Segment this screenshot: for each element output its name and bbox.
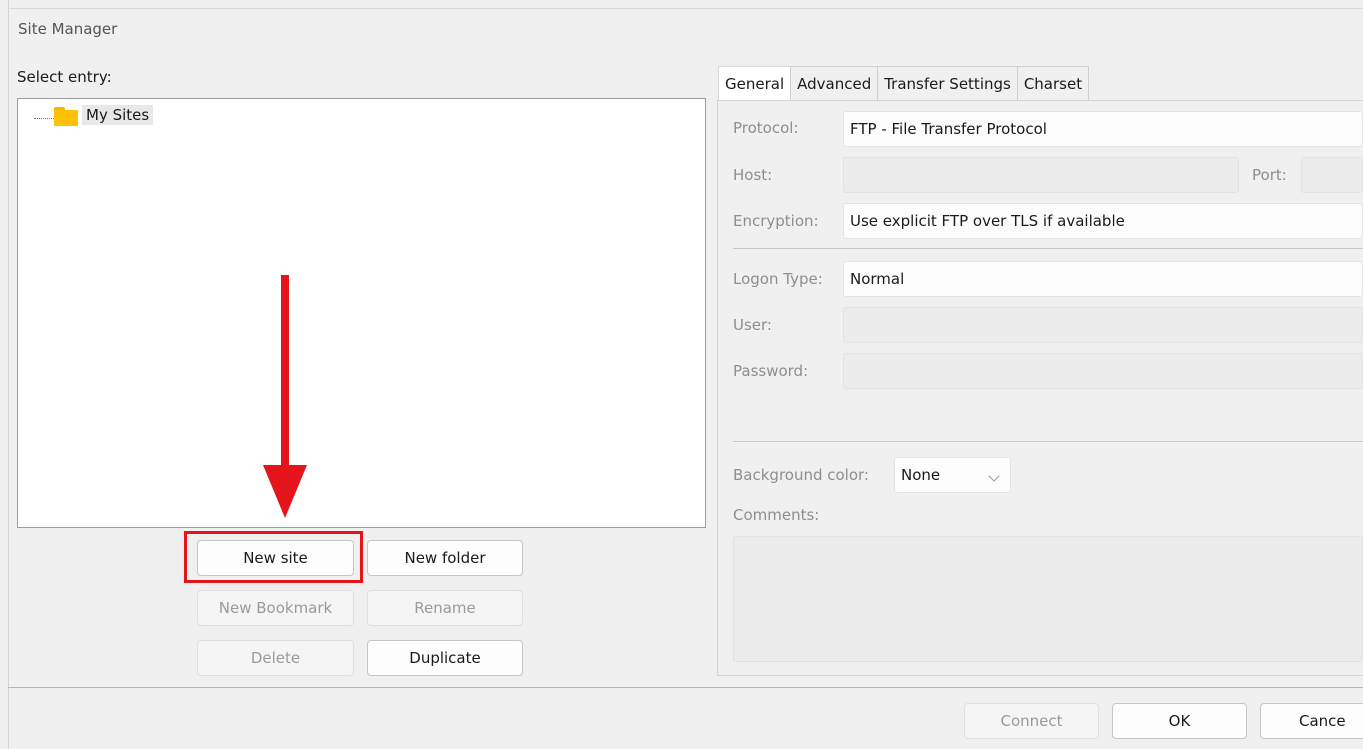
host-input[interactable] — [843, 157, 1239, 193]
background-color-select[interactable]: None — [894, 457, 1011, 493]
comments-textarea[interactable] — [733, 536, 1363, 662]
duplicate-button[interactable]: Duplicate — [367, 640, 523, 676]
annotation-arrow-icon — [263, 275, 307, 518]
password-input[interactable] — [843, 353, 1363, 389]
logon-type-label: Logon Type: — [733, 270, 823, 288]
user-input[interactable] — [843, 307, 1363, 343]
cancel-button[interactable]: Cance — [1260, 703, 1363, 739]
ok-button[interactable]: OK — [1112, 703, 1247, 739]
tab-advanced[interactable]: Advanced — [790, 66, 879, 100]
password-label: Password: — [733, 362, 809, 380]
rename-button[interactable]: Rename — [367, 590, 523, 626]
encryption-value: Use explicit FTP over TLS if available — [850, 212, 1125, 230]
tree-connector — [34, 118, 54, 119]
window-border-top — [8, 8, 1363, 9]
window-border-left — [8, 0, 9, 749]
protocol-select[interactable]: FTP - File Transfer Protocol — [843, 111, 1363, 147]
tab-transfer-settings[interactable]: Transfer Settings — [877, 66, 1018, 100]
port-label: Port: — [1252, 166, 1287, 184]
tab-general[interactable]: General — [718, 66, 792, 101]
encryption-select[interactable]: Use explicit FTP over TLS if available — [843, 203, 1363, 239]
logon-type-value: Normal — [850, 270, 905, 288]
tree-item-my-sites[interactable]: My Sites — [82, 105, 154, 125]
settings-tabs: General Advanced Transfer Settings Chars… — [718, 66, 1090, 101]
protocol-label: Protocol: — [733, 119, 799, 137]
folder-icon — [54, 107, 78, 126]
divider — [733, 248, 1363, 249]
new-bookmark-button[interactable]: New Bookmark — [197, 590, 354, 626]
new-folder-button[interactable]: New folder — [367, 540, 523, 576]
select-entry-label: Select entry: — [17, 68, 112, 86]
logon-type-select[interactable]: Normal — [843, 261, 1363, 297]
annotation-highlight-box — [184, 531, 363, 583]
window-title: Site Manager — [18, 20, 118, 38]
host-label: Host: — [733, 166, 773, 184]
delete-button[interactable]: Delete — [197, 640, 354, 676]
chevron-down-icon — [988, 470, 1000, 482]
encryption-label: Encryption: — [733, 212, 819, 230]
background-color-value: None — [901, 466, 941, 484]
site-tree[interactable]: My Sites — [17, 98, 706, 528]
comments-label: Comments: — [733, 506, 820, 524]
user-label: User: — [733, 316, 772, 334]
connect-button[interactable]: Connect — [964, 703, 1099, 739]
footer-divider — [8, 687, 1363, 688]
divider — [733, 441, 1363, 442]
tab-charset[interactable]: Charset — [1016, 66, 1090, 100]
protocol-value: FTP - File Transfer Protocol — [850, 120, 1047, 138]
background-color-label: Background color: — [733, 466, 869, 484]
port-input[interactable] — [1301, 157, 1363, 193]
